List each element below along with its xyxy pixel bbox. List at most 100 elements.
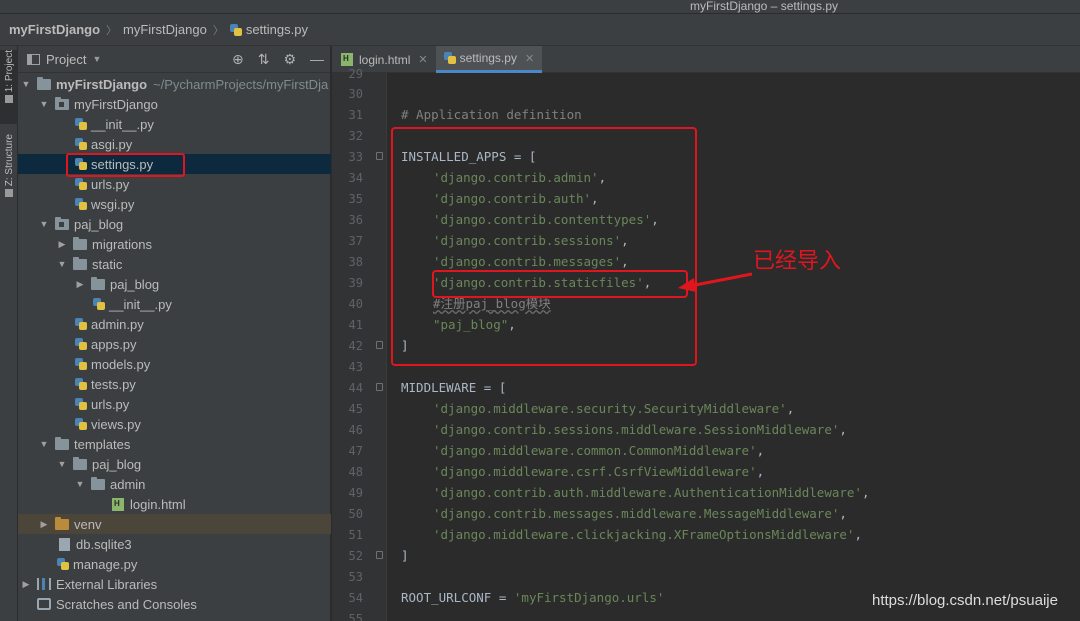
code-line: 'django.middleware.security.SecurityMidd… [433,401,795,416]
tree-item-views-py[interactable]: views.py [18,414,331,434]
project-panel-title[interactable]: Project [46,52,86,67]
tab-settings-py[interactable]: settings.py ✕ [435,46,543,73]
tree-item-external-libraries[interactable]: ▶ External Libraries [18,574,331,594]
line-number: 30 [348,87,363,101]
annotation-label: 已经导入 [753,249,842,274]
line-number: 43 [348,360,363,374]
chevron-down-icon[interactable]: ▼ [39,439,49,449]
project-tool-tab[interactable]: 1: Project [0,50,18,124]
code-line: 'django.contrib.messages.middleware.Mess… [433,506,847,521]
close-icon[interactable]: ✕ [525,52,534,65]
library-icon [37,578,51,590]
chevron-right-icon[interactable]: ▶ [75,279,85,290]
tree-item-venv[interactable]: ▶ venv [18,514,331,534]
tree-item-templates[interactable]: ▼ templates [18,434,331,454]
chevron-down-icon[interactable]: ▼ [57,259,67,269]
tree-item-blog-urls-py[interactable]: urls.py [18,394,331,414]
tree-item-label: apps.py [91,336,137,352]
project-view-icon [27,53,40,65]
tree-item-wsgi[interactable]: wsgi.py [18,194,331,214]
tree-item-templates-paj-blog[interactable]: ▼ paj_blog [18,454,331,474]
line-number-gutter: 29 30 31 32 33 34 35 36 37 38 39 40 41 4… [332,67,387,621]
tree-item-admin-py[interactable]: admin.py [18,314,331,334]
line-number: 29 [348,67,363,81]
tree-item-label: migrations [92,236,152,252]
chevron-right-icon[interactable]: ▶ [21,579,31,590]
html-file-icon [341,53,353,66]
chevron-down-icon[interactable]: ▼ [75,479,85,489]
project-tool-tab-label: 1: Project [3,50,15,93]
python-file-icon [75,418,87,430]
breadcrumb-folder[interactable]: myFirstDjango [123,22,207,37]
structure-tool-tab[interactable]: Z: Structure [0,134,18,214]
tree-item-login-html[interactable]: login.html [18,494,331,514]
fold-marker-icon[interactable] [376,383,383,391]
tree-item-label: asgi.py [91,136,133,152]
collapse-all-icon[interactable]: ⇅ [258,51,270,68]
code-string: 'django.contrib.sessions.middleware.Sess… [433,422,840,437]
hide-icon[interactable]: — [310,51,324,68]
python-file-icon [75,158,87,170]
tree-item-db-sqlite3[interactable]: db.sqlite3 [18,534,331,554]
code-string: 'django.middleware.csrf.CsrfViewMiddlewa… [433,464,757,479]
tree-item-models-py[interactable]: models.py [18,354,331,374]
tree-item-templates-admin[interactable]: ▼ admin [18,474,331,494]
breadcrumb-file[interactable]: settings.py [246,22,308,37]
chevron-down-icon[interactable]: ▼ [21,79,31,89]
watermark: https://blog.csdn.net/psuaije [872,592,1058,609]
chevron-right-icon[interactable]: ▶ [39,519,49,530]
python-file-icon [75,178,87,190]
code-string: 'django.middleware.clickjacking.XFrameOp… [433,527,855,542]
close-icon[interactable]: ✕ [418,53,427,66]
tree-item-tests-py[interactable]: tests.py [18,374,331,394]
tree-item-settings[interactable]: settings.py [18,154,331,174]
tab-login-html[interactable]: login.html ✕ [332,46,436,73]
python-file-icon [93,298,105,310]
tree-item-label: admin [110,476,146,492]
project-panel: Project ▼ ⊕ ⇅ ⚙ — ▼ myFirstDjango ~/Pych… [18,46,331,621]
tree-item-label: urls.py [91,176,130,192]
tree-item-apps-py[interactable]: apps.py [18,334,331,354]
chevron-right-icon[interactable]: ▶ [57,239,67,250]
code-line: MIDDLEWARE = [ [401,380,507,395]
tree-item-paj-blog[interactable]: ▼ paj_blog [18,214,331,234]
fold-marker-icon[interactable] [376,152,383,160]
tree-item-label: db.sqlite3 [76,536,132,552]
tree-item-label: wsgi.py [91,196,135,212]
line-number: 49 [348,486,363,500]
tree-item-static[interactable]: ▼ static [18,254,331,274]
chevron-down-icon[interactable]: ▼ [57,459,67,469]
chevron-down-icon[interactable]: ▼ [92,54,101,64]
breadcrumb-project[interactable]: myFirstDjango [9,22,100,37]
tree-item-manage-py[interactable]: manage.py [18,554,331,574]
tree-item-migrations[interactable]: ▶ migrations [18,234,331,254]
tree-item-scratches[interactable]: Scratches and Consoles [18,594,331,614]
tree-item-init[interactable]: __init__.py [18,114,331,134]
line-number: 33 [348,150,363,164]
installed-apps-highlight-box [391,127,697,366]
tree-item-label: myFirstDjango [74,96,158,112]
line-number: 32 [348,129,363,143]
tree-item-paj-init[interactable]: __init__.py [18,294,331,314]
tree-item-asgi[interactable]: asgi.py [18,134,331,154]
line-number: 35 [348,192,363,206]
chevron-down-icon[interactable]: ▼ [39,99,49,109]
line-number: 47 [348,444,363,458]
line-number: 52 [348,549,363,563]
python-file-icon [229,23,242,36]
tree-item-urls[interactable]: urls.py [18,174,331,194]
chevron-down-icon[interactable]: ▼ [39,219,49,229]
staticfiles-highlight-box [432,270,688,298]
tree-item-label: myFirstDjango [56,76,148,92]
tree-item-static-paj-blog[interactable]: ▶ paj_blog [18,274,331,294]
tree-item-label: __init__.py [109,296,172,312]
tree-item-project-root[interactable]: ▼ myFirstDjango ~/PycharmProjects/myFirs… [18,74,331,94]
locate-icon[interactable]: ⊕ [232,51,244,68]
fold-marker-icon[interactable] [376,341,383,349]
fold-marker-icon[interactable] [376,551,383,559]
line-number: 53 [348,570,363,584]
gear-icon[interactable]: ⚙ [283,51,296,68]
tree-item-myfirstdjango[interactable]: ▼ myFirstDjango [18,94,331,114]
folder-icon [73,456,87,470]
line-number: 48 [348,465,363,479]
